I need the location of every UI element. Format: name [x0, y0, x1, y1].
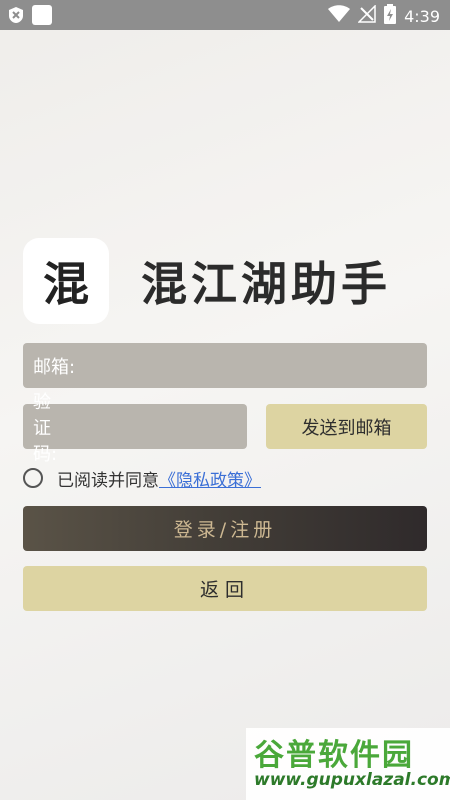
email-input[interactable] [77, 355, 427, 376]
status-bar: 4:39 [0, 0, 450, 30]
close-badge-icon [8, 6, 24, 28]
send-to-email-button[interactable]: 发送到邮箱 [266, 404, 427, 449]
email-field[interactable]: 邮箱: [23, 343, 427, 388]
white-square-icon [32, 5, 52, 29]
login-register-button[interactable]: 登录/注册 [23, 506, 427, 551]
verification-code-field[interactable]: 验证码: [23, 392, 285, 465]
agreement-row: 已阅读并同意 《隐私政策》 [23, 466, 261, 491]
agree-radio[interactable] [23, 468, 43, 488]
back-button[interactable]: 返回 [23, 566, 427, 611]
code-label: 验证码: [33, 391, 58, 465]
no-signal-icon [357, 4, 376, 27]
watermark-title: 谷普软件园 [254, 738, 414, 773]
watermark: 谷普软件园 www.gupuxlazal.com [246, 728, 450, 800]
agree-text: 已阅读并同意 [57, 470, 159, 491]
app-title: 混江湖助手 [141, 257, 391, 311]
wifi-icon [328, 5, 351, 27]
email-label: 邮箱: [33, 356, 76, 378]
clock: 4:39 [404, 6, 440, 26]
battery-charging-icon [384, 4, 397, 28]
privacy-policy-link[interactable]: 《隐私政策》 [159, 466, 261, 491]
app-logo: 混 [23, 238, 109, 324]
watermark-url: www.gupuxlazal.com [254, 770, 450, 790]
code-input[interactable] [59, 416, 285, 437]
